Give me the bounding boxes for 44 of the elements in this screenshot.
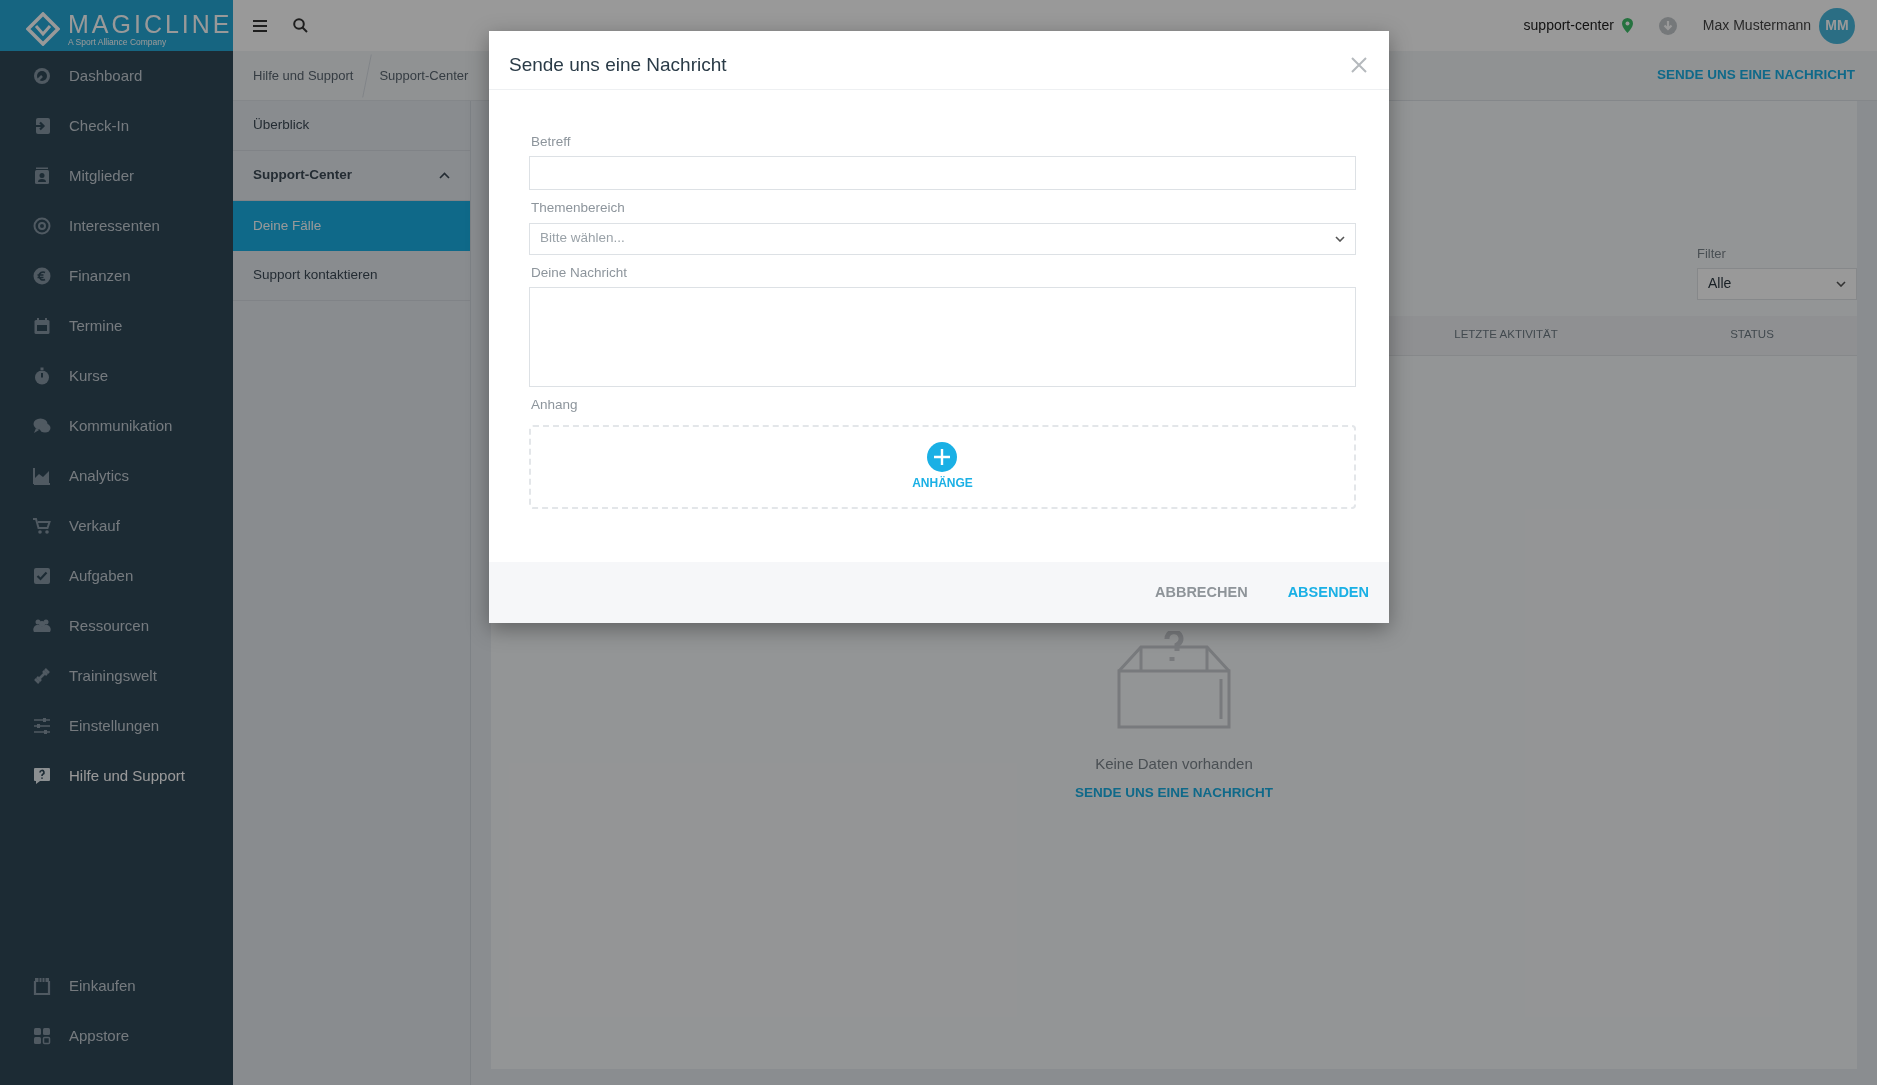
sidebar-item[interactable]: Finanzen [0,251,233,301]
subnav-item[interactable]: Überblick [233,101,470,151]
user-avatar[interactable]: MM [1819,7,1855,44]
user-name[interactable]: Max Mustermann [1702,15,1811,36]
logo-tagline: A Sport Alliance Company [68,36,168,47]
subnav-item[interactable]: Deine Fälle [233,201,470,251]
field-label: Betreff [531,133,572,151]
subnav-item[interactable]: Support kontaktieren [233,251,470,301]
column-header: STATUS [1729,327,1775,343]
column-header: LETZTE AKTIVITÄT [1453,327,1559,343]
sidebar-item[interactable]: Einkaufen [0,961,233,1011]
sidebar-item[interactable]: Trainingswelt [0,651,233,701]
add-attachment-button[interactable]: ANHÄNGE [912,442,973,492]
sidebar-item[interactable]: Termine [0,301,233,351]
sidebar-item[interactable]: Aufgaben [0,551,233,601]
field-label: Deine Nachricht [531,263,629,282]
field-label: Themenbereich [531,199,626,218]
breadcrumb-link[interactable]: Hilfe und Support [233,65,362,86]
filter-label: Filter [1697,245,1727,263]
sidebar-item[interactable]: Appstore [0,1011,233,1061]
empty-message: Keine Daten vorhanden [1095,753,1253,774]
cancel-button[interactable]: ABBRECHEN [1154,581,1248,604]
send-message-link[interactable]: SENDE UNS EINE NACHRICHT [1075,783,1273,804]
sidebar-item[interactable]: Hilfe und Support [0,751,233,801]
sidebar-item[interactable]: Einstellungen [0,701,233,751]
sidebar-item[interactable]: Interessenten [0,201,233,251]
sidebar-item[interactable]: Kurse [0,351,233,401]
breadcrumb-link[interactable]: Support-Center [373,65,477,86]
dialog-title: Sende uns eine Nachricht [509,52,727,77]
attachment-dropzone[interactable]: ANHÄNGE [529,425,1356,509]
sidebar-item[interactable]: Check-In [0,101,233,151]
sidebar-item[interactable]: Dashboard [0,51,233,101]
topic-select[interactable]: Bitte wählen... [529,222,1356,255]
sidebar-item[interactable]: Mitglieder [0,151,233,201]
logo-wordmark: MAGICLINE [68,10,233,37]
submit-button[interactable]: ABSENDEN [1287,581,1369,604]
send-message-link[interactable]: SENDE UNS EINE NACHRICHT [1656,65,1855,86]
sidebar-item[interactable]: Ressourcen [0,601,233,651]
sidebar-item[interactable]: Kommunikation [0,401,233,451]
sidebar-item[interactable]: Verkauf [0,501,233,551]
field-label: Anhang [531,395,579,414]
sidebar-item[interactable]: Analytics [0,451,233,501]
filter-select[interactable]: Alle [1697,267,1857,300]
location-label[interactable]: support-center [1523,15,1614,36]
